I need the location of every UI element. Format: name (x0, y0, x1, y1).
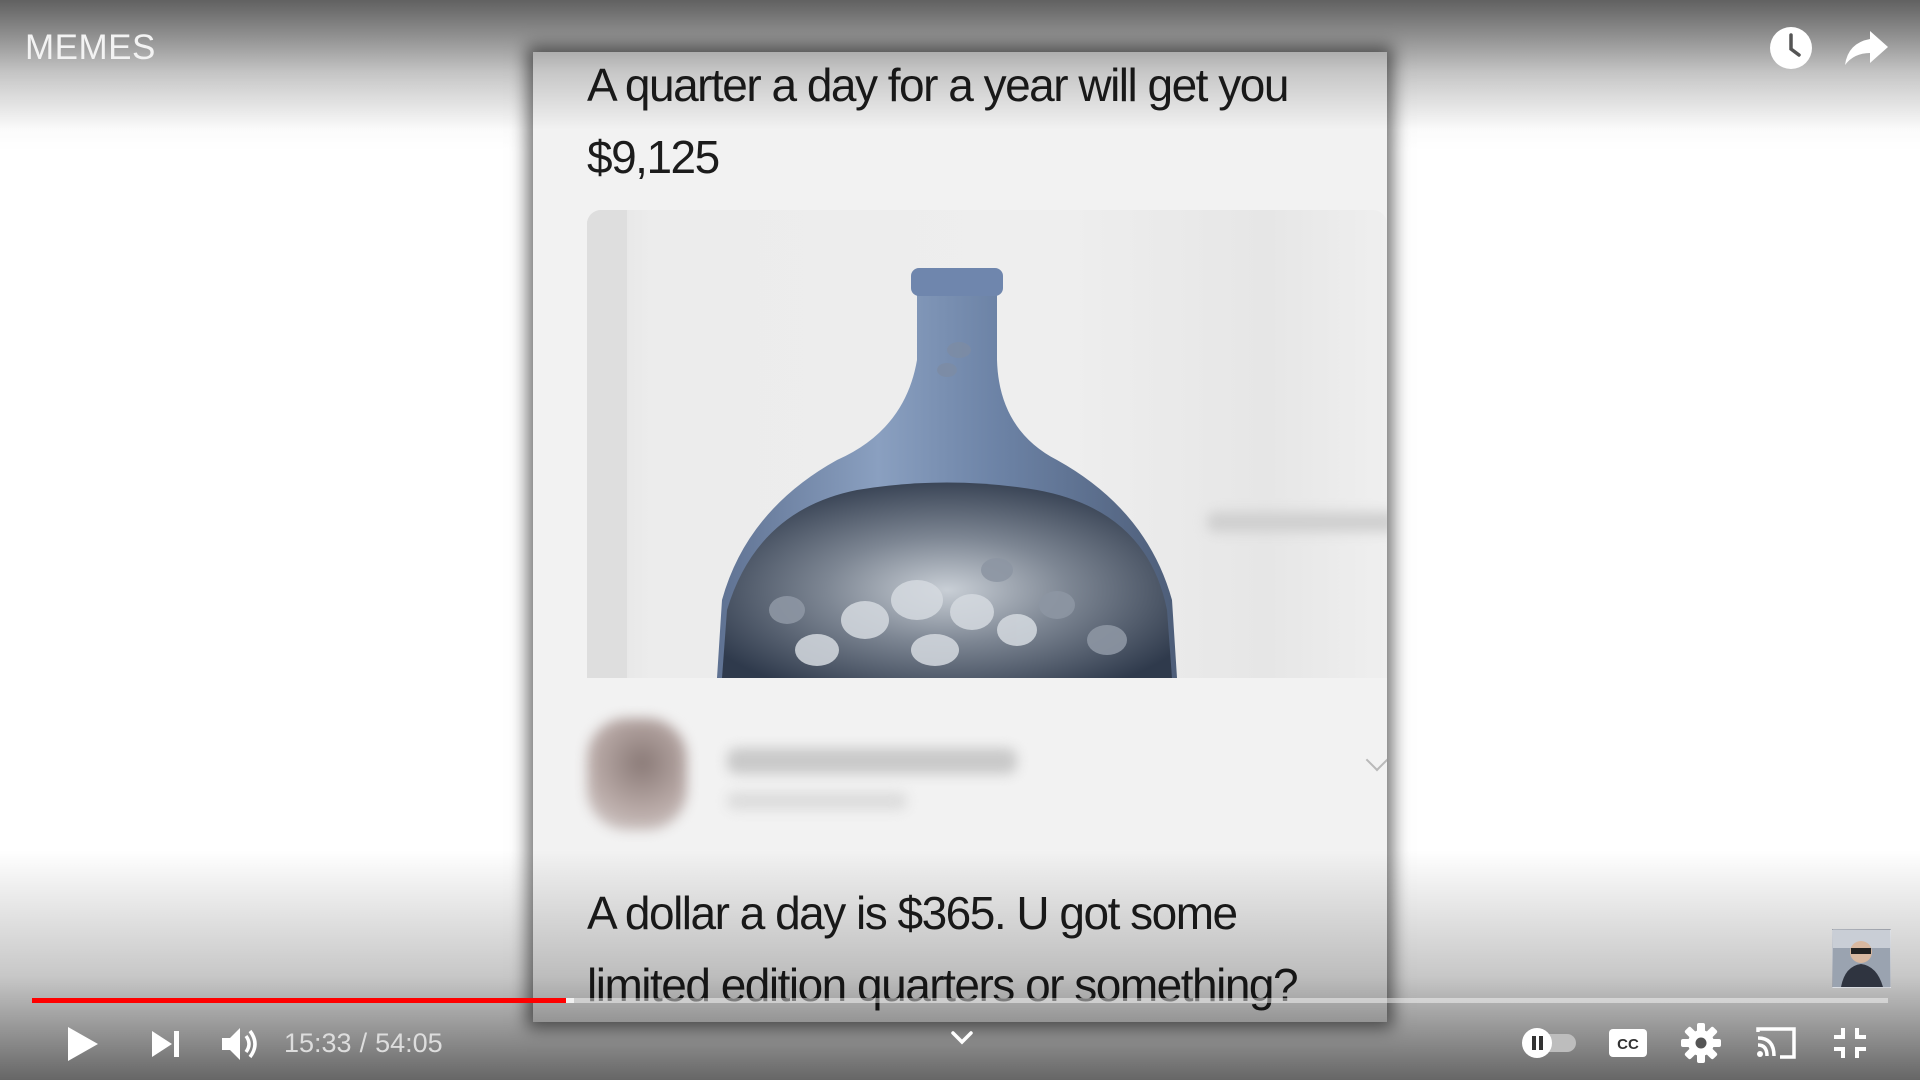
video-title[interactable]: MEMES (25, 28, 156, 68)
share-arrow-icon (1845, 31, 1888, 65)
creator-thumbnail[interactable] (1832, 929, 1891, 988)
captions-button[interactable]: CC (1604, 1022, 1652, 1064)
blurred-watermark (1207, 512, 1387, 532)
exit-fullscreen-icon (1834, 1028, 1866, 1058)
play-icon (68, 1027, 98, 1061)
clock-icon (1770, 27, 1812, 69)
next-icon (152, 1031, 179, 1057)
blurred-username (727, 748, 1017, 774)
blurred-subtitle (727, 792, 907, 810)
time-separator: / (359, 1028, 368, 1058)
autoplay-toggle-icon (1522, 1028, 1576, 1058)
cc-icon: CC (1609, 1029, 1647, 1057)
chevron-down-icon (951, 1031, 973, 1045)
watch-later-button[interactable] (1768, 25, 1814, 71)
progress-bar[interactable] (32, 998, 1888, 1003)
blurred-user-info (587, 512, 1387, 848)
svg-text:CC: CC (1617, 1036, 1639, 1053)
current-time: 15:33 (284, 1028, 352, 1058)
gear-icon (1681, 1023, 1721, 1063)
cast-icon (1756, 1027, 1796, 1059)
progress-played (32, 998, 566, 1003)
next-button[interactable] (146, 1024, 186, 1064)
meme-caption-bottom-line1: A dollar a day is $365. U got some (587, 887, 1238, 939)
time-display: 15:33/54:05 (284, 1028, 443, 1059)
settings-button[interactable] (1678, 1020, 1724, 1066)
expand-button[interactable] (948, 1028, 976, 1048)
exit-fullscreen-button[interactable] (1828, 1022, 1872, 1064)
cast-button[interactable] (1752, 1022, 1800, 1064)
person-thumbnail-image (1833, 930, 1890, 987)
video-player[interactable]: A quarter a day for a year will get you … (0, 0, 1920, 1080)
coin-jug-photo (587, 210, 1387, 678)
meme-caption-bottom-line2: limited edition quarters or something? (587, 959, 1299, 1011)
water-jug-illustration (587, 210, 1177, 678)
share-button[interactable] (1842, 25, 1890, 71)
volume-button[interactable] (218, 1022, 264, 1066)
duration: 54:05 (375, 1028, 443, 1058)
blurred-avatar (587, 718, 687, 830)
autoplay-toggle[interactable] (1520, 1026, 1580, 1060)
meme-caption-top-line2: $9,125 (587, 131, 720, 183)
meme-caption-top-line1: A quarter a day for a year will get you (587, 59, 1289, 111)
play-button[interactable] (62, 1024, 102, 1064)
meme-card: A quarter a day for a year will get you … (533, 52, 1387, 1022)
volume-icon (222, 1028, 257, 1060)
